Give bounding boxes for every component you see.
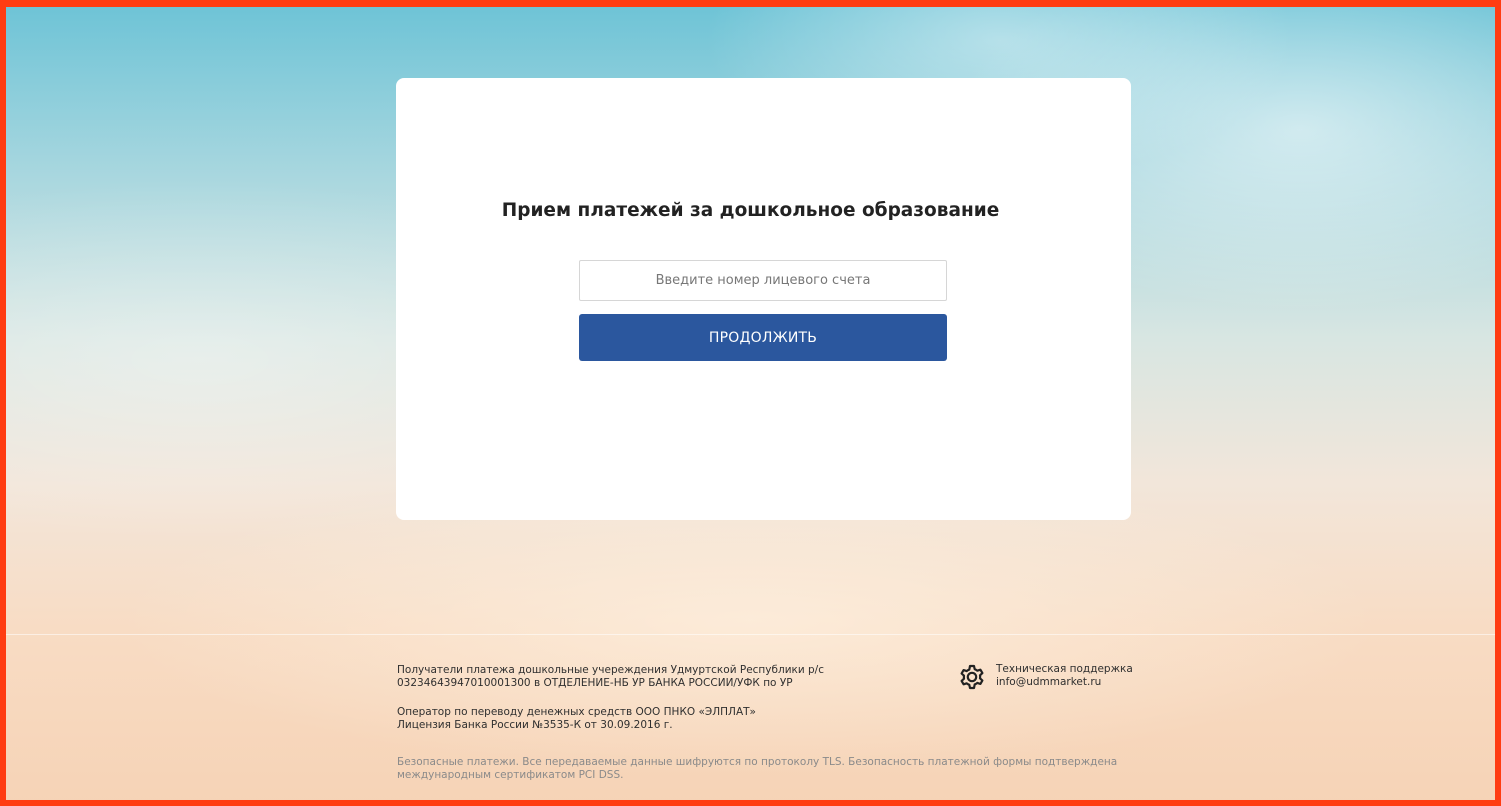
operator-line-2: Лицензия Банка России №3535-К от 30.09.2… <box>397 719 673 731</box>
gear-icon <box>958 663 986 691</box>
support-email-link[interactable]: info@udmmarket.ru <box>996 676 1133 689</box>
footer-divider <box>6 634 1495 635</box>
support-title: Техническая поддержка <box>996 663 1133 675</box>
tech-support: Техническая поддержка info@udmmarket.ru <box>958 663 1133 691</box>
operator-info: Оператор по переводу денежных средств ОО… <box>397 706 756 732</box>
page-title: Прием платежей за дошкольное образование <box>501 200 1000 221</box>
account-number-input[interactable] <box>579 260 947 301</box>
operator-line-1: Оператор по переводу денежных средств ОО… <box>397 706 756 718</box>
security-line-2: международным сертификатом PCI DSS. <box>397 769 624 781</box>
security-line-1: Безопасные платежи. Все передаваемые дан… <box>397 756 1118 768</box>
security-note: Безопасные платежи. Все передаваемые дан… <box>397 756 1117 782</box>
recipient-line-1: Получатели платежа дошкольные учереждени… <box>397 664 824 676</box>
continue-button[interactable]: ПРОДОЛЖИТЬ <box>579 314 947 361</box>
support-info: Техническая поддержка info@udmmarket.ru <box>996 663 1133 689</box>
recipient-info: Получатели платежа дошкольные учереждени… <box>397 664 824 690</box>
recipient-line-2: 03234643947010001300 в ОТДЕЛЕНИЕ-НБ УР Б… <box>397 677 793 689</box>
